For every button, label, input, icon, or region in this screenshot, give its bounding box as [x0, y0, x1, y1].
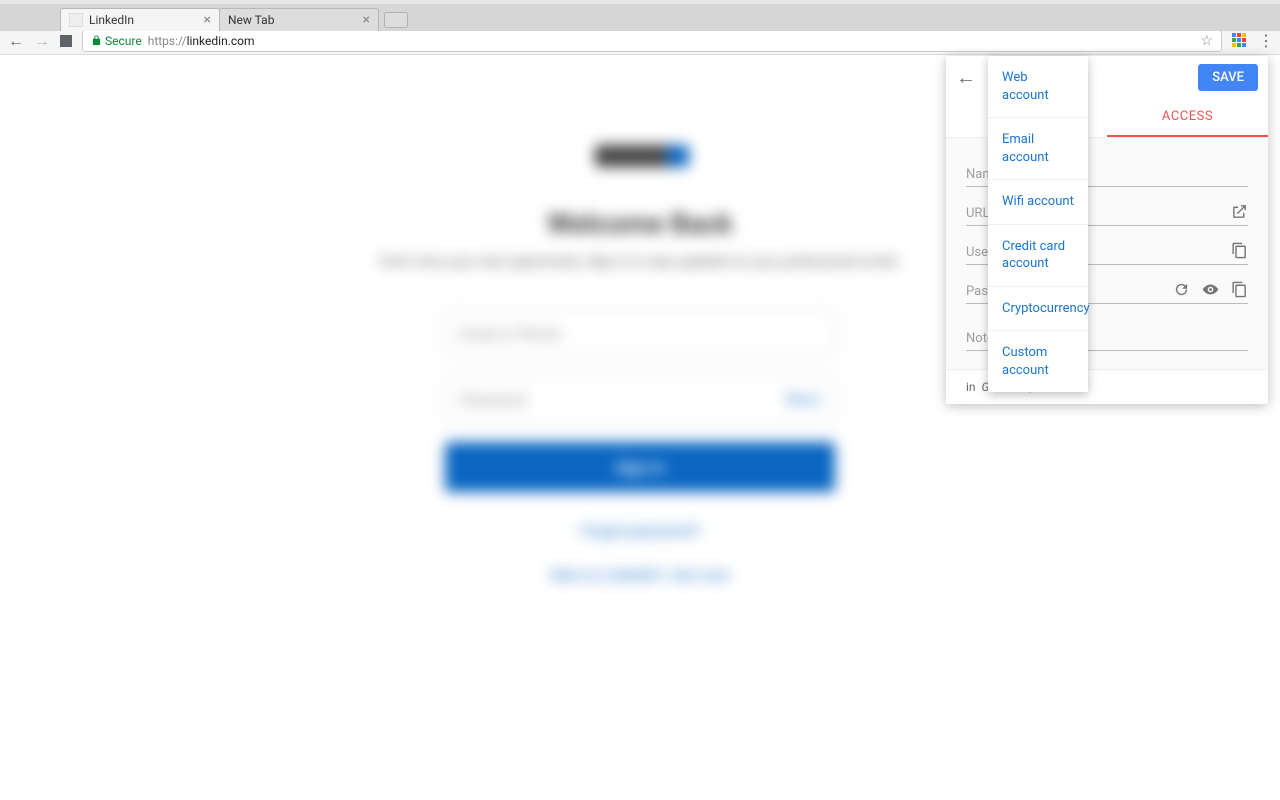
tab-close-icon[interactable]: ×	[204, 12, 211, 28]
address-bar[interactable]: Secure https://linkedin.com ☆	[82, 30, 1222, 52]
dropdown-item-credit-card-account[interactable]: Credit card account	[988, 225, 1088, 287]
copy-icon[interactable]	[1231, 242, 1248, 259]
url-host: linkedin.com	[187, 34, 255, 48]
tab-title: LinkedIn	[89, 13, 134, 27]
tab-title: New Tab	[228, 13, 274, 27]
linkedin-logo	[595, 145, 685, 167]
secure-indicator: Secure	[91, 34, 142, 48]
eye-icon[interactable]	[1202, 281, 1219, 298]
dropdown-item-cryptocurrency[interactable]: Cryptocurrency	[988, 287, 1088, 332]
popup-back-button[interactable]: ←	[956, 65, 976, 90]
secure-label: Secure	[105, 34, 142, 48]
save-button[interactable]: SAVE	[1198, 64, 1258, 91]
tab-favicon	[69, 13, 83, 27]
dropdown-item-wifi-account[interactable]: Wifi account	[988, 180, 1088, 225]
page-subtitle: Don't miss your next opportunity. Sign i…	[380, 254, 900, 270]
url-scheme: https://	[148, 34, 187, 48]
bookmark-star-icon[interactable]: ☆	[1200, 33, 1213, 49]
browser-tab-newtab[interactable]: New Tab ×	[219, 8, 379, 31]
account-type-dropdown: Web account Email account Wifi account C…	[988, 56, 1088, 392]
join-prompt: New to LinkedIn? Join now	[551, 566, 729, 584]
stop-reload-button[interactable]	[60, 35, 72, 47]
refresh-icon[interactable]	[1173, 281, 1190, 298]
browser-toolbar: ← → Secure https://linkedin.com ☆ ⋮	[0, 27, 1280, 55]
lock-icon	[91, 35, 102, 46]
signin-button[interactable]: Sign in	[445, 442, 835, 492]
extension-icon[interactable]	[1232, 33, 1248, 49]
back-button[interactable]: ←	[8, 31, 24, 51]
join-link[interactable]: Join now	[669, 566, 730, 584]
page-heading: Welcome Back	[547, 207, 733, 240]
url-label: URL	[966, 206, 989, 221]
tab-access[interactable]: ACCESS	[1107, 98, 1268, 137]
password-field[interactable]: PasswordShow	[445, 376, 835, 424]
dropdown-item-email-account[interactable]: Email account	[988, 118, 1088, 180]
new-tab-button[interactable]	[384, 12, 408, 28]
copy-icon[interactable]	[1231, 281, 1248, 298]
forward-button: →	[34, 31, 50, 51]
forgot-password-link[interactable]: Forgot password?	[580, 522, 700, 540]
dropdown-item-custom-account[interactable]: Custom account	[988, 331, 1088, 392]
open-link-icon[interactable]	[1231, 203, 1248, 220]
show-password-link[interactable]: Show	[785, 392, 820, 408]
email-field[interactable]: Email or Phone	[445, 310, 835, 358]
browser-tab-linkedin[interactable]: LinkedIn ×	[60, 8, 220, 31]
dropdown-item-web-account[interactable]: Web account	[988, 56, 1088, 118]
tab-close-icon[interactable]: ×	[363, 12, 370, 28]
browser-tabstrip: LinkedIn × New Tab ×	[0, 4, 1280, 31]
footer-in: in	[966, 380, 976, 394]
browser-menu-icon[interactable]: ⋮	[1258, 31, 1272, 50]
